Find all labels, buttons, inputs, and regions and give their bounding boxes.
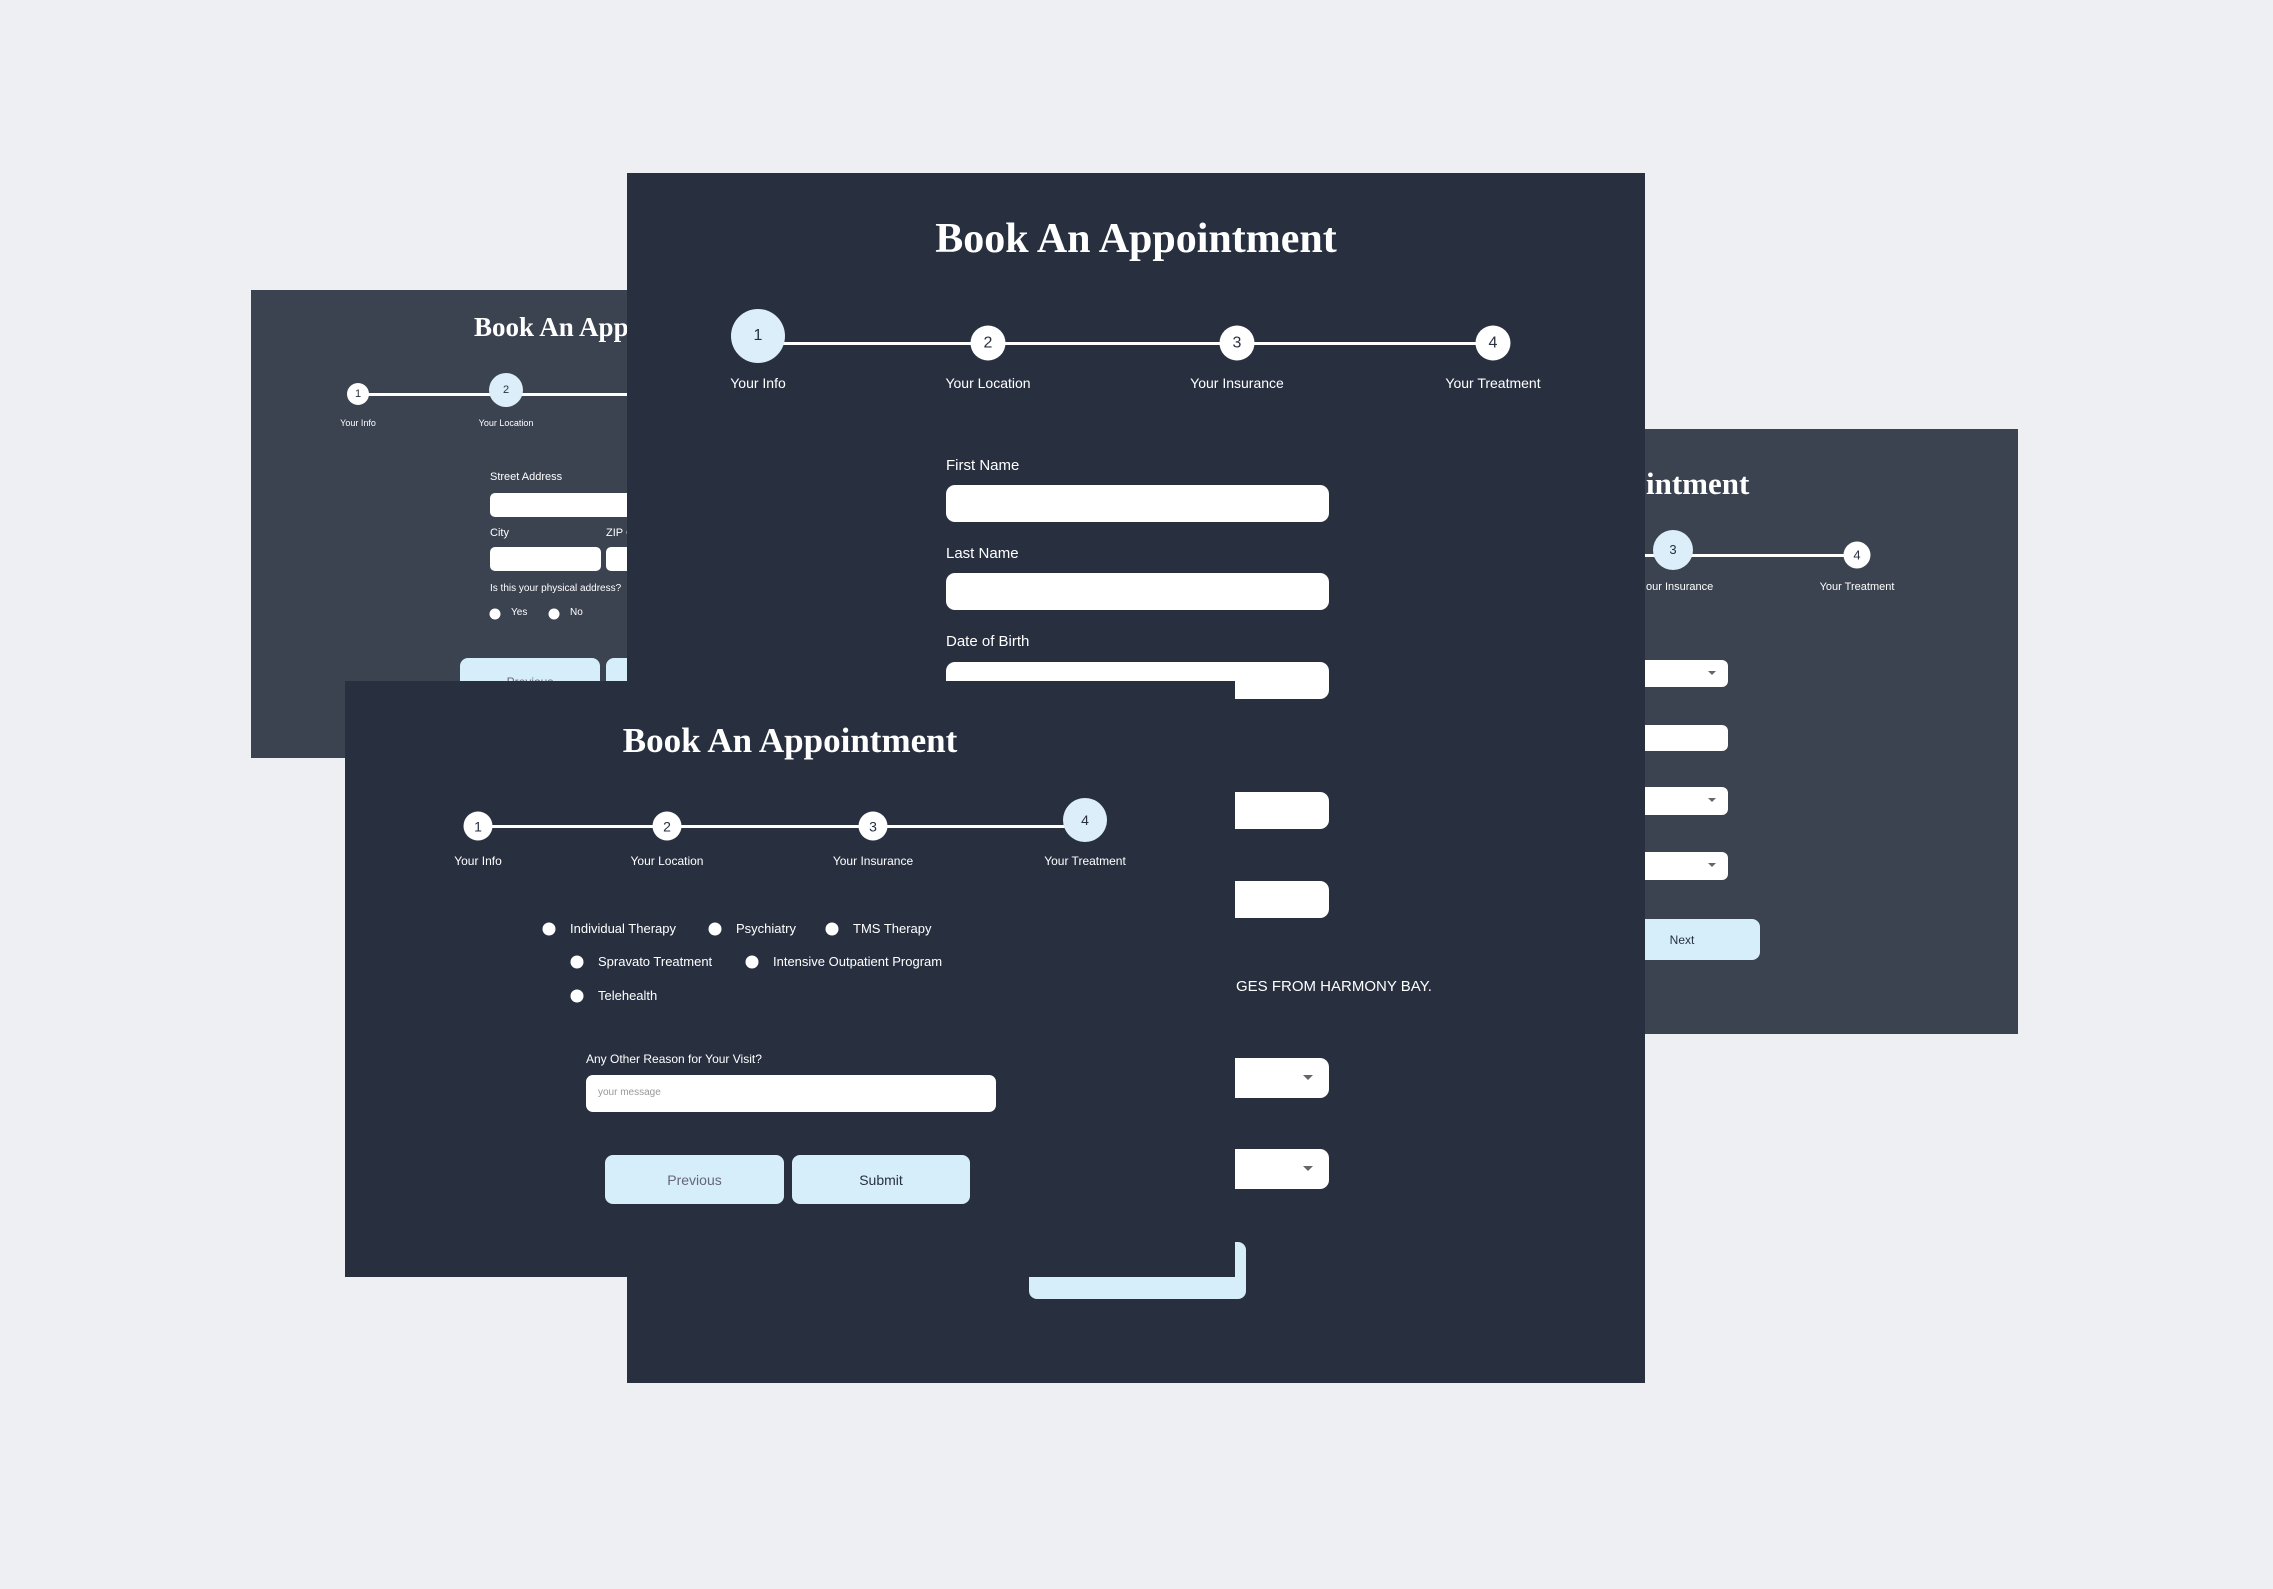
treatment-option-label: Psychiatry (736, 921, 796, 936)
step-circle-2[interactable]: 2 (489, 372, 523, 407)
physical-address-question: Is this your physical address? (490, 583, 622, 594)
step-circle-4[interactable]: 4 (1475, 325, 1511, 361)
stepper-line (478, 825, 1085, 828)
step-circle-2[interactable]: 2 (652, 811, 682, 841)
step-label: Your Location (945, 375, 1031, 391)
treatment-option-label: Intensive Outpatient Program (773, 954, 943, 969)
treatment-radio[interactable] (825, 922, 839, 936)
step-label: Your Info (340, 418, 376, 428)
step-circle-2[interactable]: 2 (970, 325, 1006, 361)
step-circle-3[interactable]: 3 (1219, 325, 1255, 361)
treatment-radio[interactable] (745, 955, 759, 969)
city-label: City (490, 527, 509, 539)
chevron-down-icon (1303, 1166, 1313, 1171)
treatment-radio[interactable] (570, 989, 584, 1003)
reason-placeholder: your message (598, 1087, 661, 1098)
stepper-line (758, 342, 1493, 345)
step-circle-4[interactable]: 4 (1843, 541, 1871, 569)
step-label: Your Treatment (1044, 854, 1126, 868)
step-label-your-insurance: our Insurance (1646, 581, 1714, 593)
step-label: Your Info (730, 375, 786, 391)
yes-label: Yes (511, 607, 528, 618)
first-name-label: First Name (946, 457, 1020, 474)
no-label: No (570, 607, 583, 618)
step-label: Your Insurance (1190, 375, 1284, 391)
chevron-down-icon (1708, 863, 1716, 867)
step-label: Your Treatment (1445, 375, 1541, 391)
previous-button[interactable]: Previous (605, 1155, 784, 1204)
chevron-down-icon (1708, 671, 1716, 675)
chevron-down-icon (1708, 798, 1716, 802)
last-name-input[interactable] (946, 573, 1329, 610)
last-name-label: Last Name (946, 545, 1019, 562)
treatment-option-label: TMS Therapy (853, 921, 932, 936)
step-label: Your Location (630, 854, 704, 868)
treatment-radio[interactable] (570, 955, 584, 969)
reason-input[interactable]: your message (586, 1075, 996, 1112)
treatment-option-label: Spravato Treatment (598, 954, 713, 969)
treatment-radio[interactable] (708, 922, 722, 936)
step-circle-1[interactable]: 1 (347, 383, 369, 405)
first-name-input[interactable] (946, 485, 1329, 522)
treatment-option-label: Individual Therapy (570, 921, 676, 936)
step-circle-1[interactable]: 1 (731, 309, 785, 363)
consent-text: GES FROM HARMONY BAY. (1236, 978, 1432, 995)
page-title: Book An Appointment (622, 721, 958, 760)
reason-label: Any Other Reason for Your Visit? (586, 1052, 762, 1066)
treatment-option-label: Telehealth (598, 988, 658, 1003)
treatment-radio[interactable] (542, 922, 556, 936)
city-input[interactable] (490, 547, 601, 571)
submit-button[interactable]: Submit (792, 1155, 970, 1204)
step-label: Your Insurance (832, 854, 914, 868)
step-label: Your Treatment (1819, 581, 1895, 593)
yes-radio[interactable] (489, 608, 501, 620)
step-circle-1[interactable]: 1 (463, 811, 493, 841)
page-title: intment (1646, 466, 1750, 501)
chevron-down-icon (1303, 1075, 1313, 1080)
dob-label: Date of Birth (946, 633, 1030, 650)
street-address-label: Street Address (490, 471, 563, 483)
step-label: Your Location (478, 418, 534, 428)
step-circle-3[interactable]: 3 (858, 811, 888, 841)
no-radio[interactable] (548, 608, 560, 620)
step-circle-3[interactable]: 3 (1653, 529, 1693, 570)
step-label: Your Info (454, 854, 502, 868)
page-title: Book An Appointment (935, 216, 1337, 262)
treatment-step-card: Book An Appointment 1 Your Info 2 Your Loca… (345, 681, 1235, 1277)
step-circle-4[interactable]: 4 (1063, 798, 1107, 843)
